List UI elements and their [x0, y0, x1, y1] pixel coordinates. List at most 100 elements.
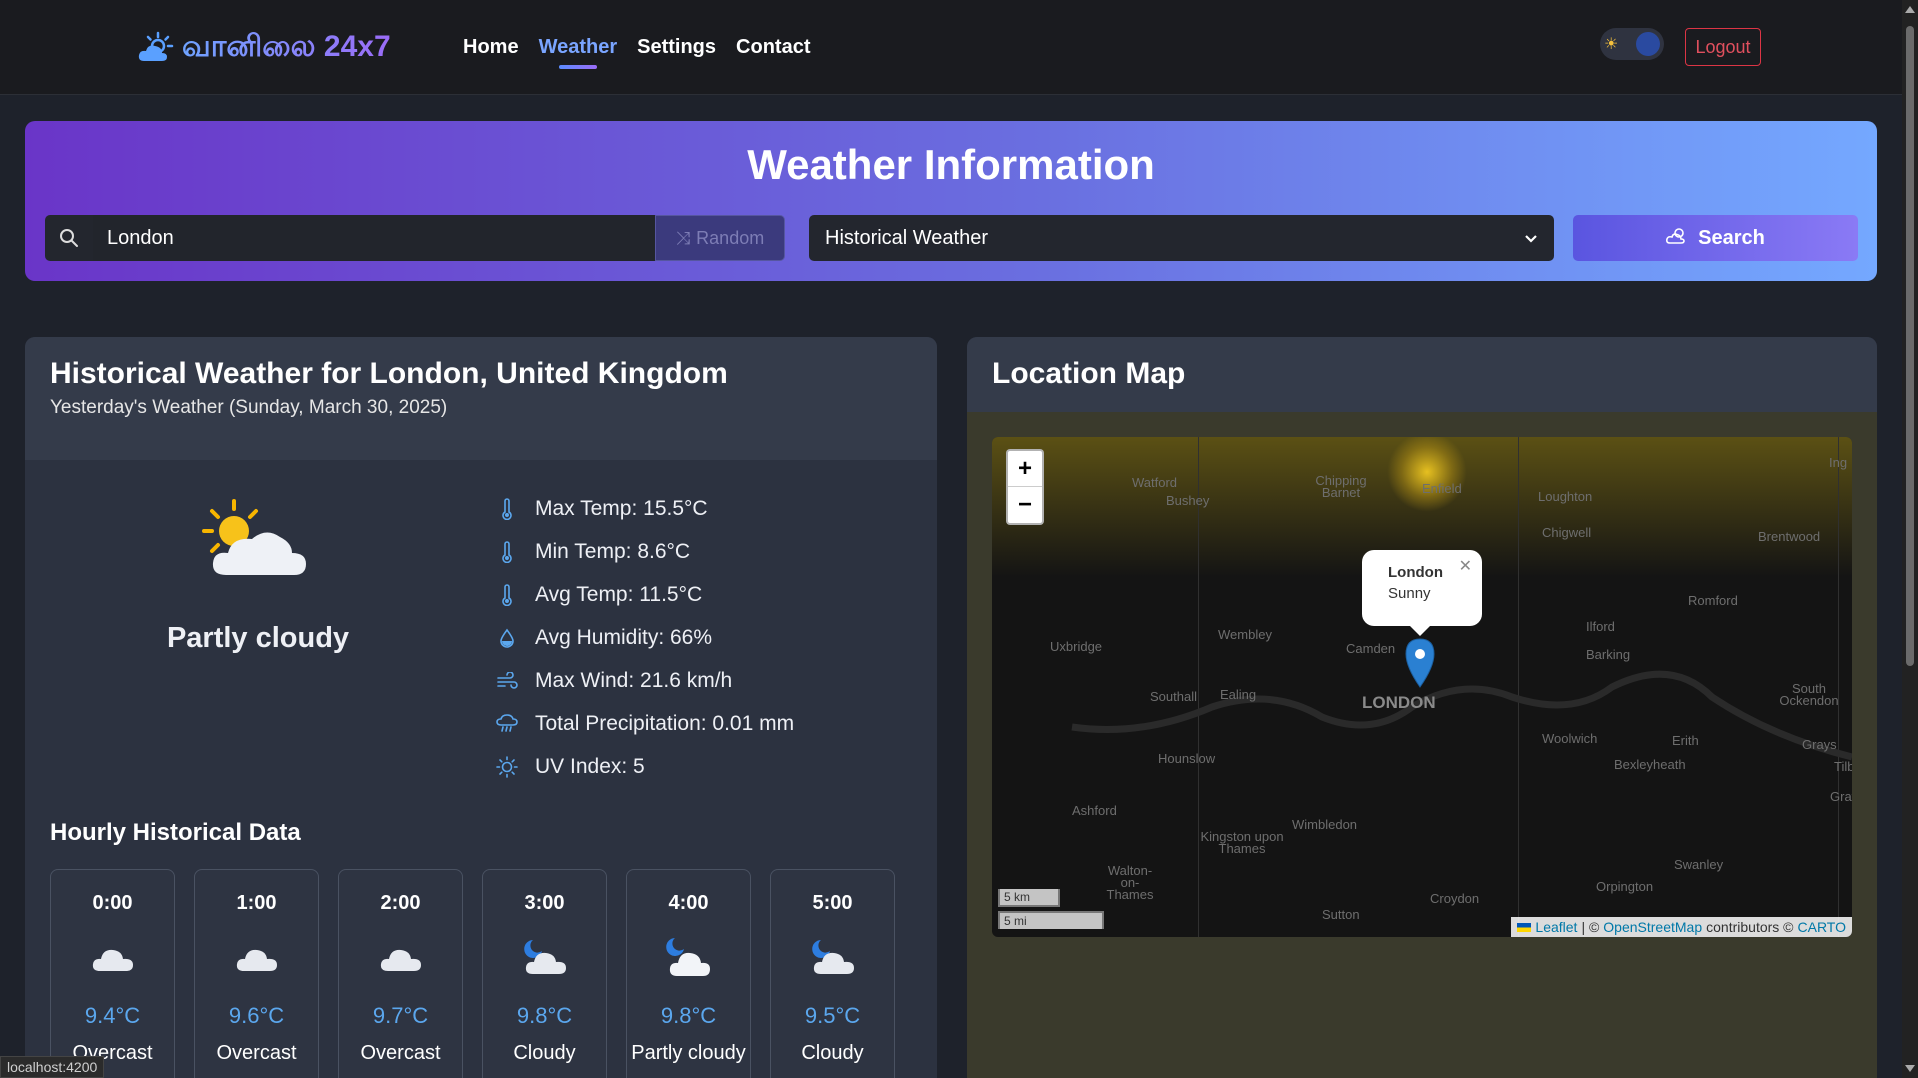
map-place-label: Chipping Barnet — [1315, 473, 1367, 500]
nav-settings[interactable]: Settings — [637, 36, 716, 67]
search-button[interactable]: Search — [1573, 215, 1858, 261]
cloud-icon — [195, 925, 318, 989]
partly-cloudy-icon — [200, 497, 312, 584]
hour-card: 5:00 9.5°C Cloudy — [770, 869, 895, 1078]
weather-type-value: Historical Weather — [825, 226, 989, 249]
stat-humidity: Avg Humidity: 66% — [495, 616, 794, 659]
map-place-label: Sutton — [1322, 907, 1360, 922]
scroll-thumb[interactable] — [1906, 26, 1914, 666]
map-place-label: Uxbridge — [1050, 639, 1103, 654]
hour-card: 1:00 9.6°C Overcast — [194, 869, 319, 1078]
stat-text: Avg Humidity: 66% — [535, 625, 713, 649]
map-place-label: Kingston upon Thames — [1200, 829, 1284, 856]
random-button[interactable]: ⤨ Random — [655, 215, 785, 261]
zoom-out-button[interactable]: − — [1008, 487, 1042, 523]
stat-text: Max Temp: 15.5°C — [535, 496, 708, 520]
carto-link[interactable]: CARTO — [1798, 919, 1847, 935]
page-scrollbar[interactable] — [1902, 0, 1918, 1078]
map-place-label: Woolwich — [1542, 731, 1598, 746]
map-place-label: Wimbledon — [1292, 817, 1358, 832]
map-place-label: Swanley — [1674, 857, 1724, 872]
historical-weather-card: Historical Weather for London, United Ki… — [25, 337, 937, 1078]
scale-km: 5 km — [998, 889, 1060, 907]
stat-avg-temp: Avg Temp: 11.5°C — [495, 573, 794, 616]
historical-title: Historical Weather for London, United Ki… — [50, 357, 728, 390]
hour-temp: 9.8°C — [660, 1003, 717, 1028]
wind-icon — [495, 671, 519, 690]
scroll-down-arrow[interactable] — [1905, 1065, 1915, 1072]
search-hero: Weather Information ⤨ Random Historical … — [25, 121, 1877, 281]
location-map-card: Location Map Watford Bushey Chipping Bar… — [967, 337, 1877, 1078]
hour-condition: Cloudy — [513, 1042, 576, 1064]
nav-contact[interactable]: Contact — [736, 36, 810, 67]
hour-card: 4:00 9.8°C Partly cloudy — [626, 869, 751, 1078]
map-place-label: Chigwell — [1542, 525, 1592, 540]
map-place-label: Hounslow — [1158, 751, 1216, 766]
osm-link[interactable]: OpenStreetMap — [1603, 919, 1702, 935]
scale-mi: 5 mi — [998, 911, 1104, 929]
random-label: Random — [696, 227, 765, 248]
hour-condition: Cloudy — [801, 1042, 864, 1064]
sun-icon — [495, 755, 519, 778]
map-place-label: South Ockendon — [1779, 681, 1839, 708]
weather-type-select[interactable]: Historical Weather — [809, 215, 1554, 261]
map-place-label: Enfield — [1422, 481, 1462, 496]
map-place-label: Grav — [1830, 789, 1852, 804]
zoom-in-button[interactable]: + — [1008, 451, 1042, 487]
stat-min-temp: Min Temp: 8.6°C — [495, 530, 794, 573]
nav-weather[interactable]: Weather — [539, 36, 617, 69]
location-search-input[interactable] — [93, 215, 655, 261]
map-place-label: Wembley — [1218, 627, 1272, 642]
stat-text: Avg Temp: 11.5°C — [535, 582, 703, 606]
moon-cloud-icon — [771, 925, 894, 989]
hour-temp: 9.4°C — [84, 1003, 141, 1028]
cloud-icon — [51, 925, 174, 989]
scroll-up-arrow[interactable] — [1905, 6, 1915, 13]
close-icon[interactable]: ✕ — [1459, 556, 1472, 576]
zoom-control: + − — [1006, 449, 1044, 525]
map-place-label: Croydon — [1430, 891, 1480, 906]
navbar: வானிலை 24x7 Home Weather Settings Contac… — [0, 0, 1902, 95]
brand[interactable]: வானிலை 24x7 — [138, 30, 391, 68]
leaflet-map[interactable]: Watford Bushey Chipping Barnet Enfield L… — [992, 437, 1852, 937]
hour-temp: 9.5°C — [804, 1003, 861, 1028]
hour-card: 3:00 9.8°C Cloudy — [482, 869, 607, 1078]
map-place-label: Barking — [1586, 647, 1631, 662]
toggle-knob — [1636, 32, 1660, 56]
sun-cloud-icon — [1666, 225, 1688, 251]
hour-condition: Partly cloudy — [631, 1042, 746, 1064]
moon-cloud-icon — [627, 925, 750, 989]
hour-time: 4:00 — [668, 892, 709, 914]
hour-time: 0:00 — [92, 892, 133, 914]
main-nav: Home Weather Settings Contact — [463, 36, 810, 69]
hour-time: 5:00 — [812, 892, 853, 914]
card-header: Historical Weather for London, United Ki… — [25, 337, 937, 460]
leaflet-link[interactable]: Leaflet — [1535, 919, 1577, 935]
map-place-label: Ealing — [1220, 687, 1257, 702]
hour-condition: Overcast — [216, 1042, 297, 1064]
map-place-label: Ashford — [1072, 803, 1117, 818]
hour-time: 2:00 — [380, 892, 421, 914]
map-marker-icon[interactable] — [1404, 637, 1436, 694]
theme-toggle[interactable]: ☀ — [1600, 28, 1664, 60]
stat-wind: Max Wind: 21.6 km/h — [495, 659, 794, 702]
sun-cloud-icon — [138, 31, 174, 68]
map-popup: ✕ London Sunny — [1362, 550, 1482, 636]
map-place-label: Grays — [1802, 737, 1837, 752]
nav-home[interactable]: Home — [463, 36, 519, 67]
map-place-label: Erith — [1672, 733, 1699, 748]
hour-time: 1:00 — [236, 892, 277, 914]
hourly-title: Hourly Historical Data — [50, 819, 301, 846]
hero-title: Weather Information — [747, 141, 1155, 188]
condition-text: Partly cloudy — [166, 622, 350, 654]
ukraine-flag-icon — [1517, 922, 1532, 932]
stat-uv: UV Index: 5 — [495, 745, 794, 788]
map-place-label: Orpington — [1596, 879, 1654, 894]
map-attribution: Leaflet | © OpenStreetMap contributors ©… — [1511, 917, 1852, 937]
map-place-label: Brentwood — [1758, 529, 1821, 544]
logout-button[interactable]: Logout — [1685, 28, 1761, 66]
map-place-label: Southall — [1150, 689, 1197, 704]
card-header: Location Map — [967, 337, 1877, 412]
map-place-label: Bexleyheath — [1614, 757, 1686, 772]
popup-body: Sunny — [1388, 585, 1431, 602]
